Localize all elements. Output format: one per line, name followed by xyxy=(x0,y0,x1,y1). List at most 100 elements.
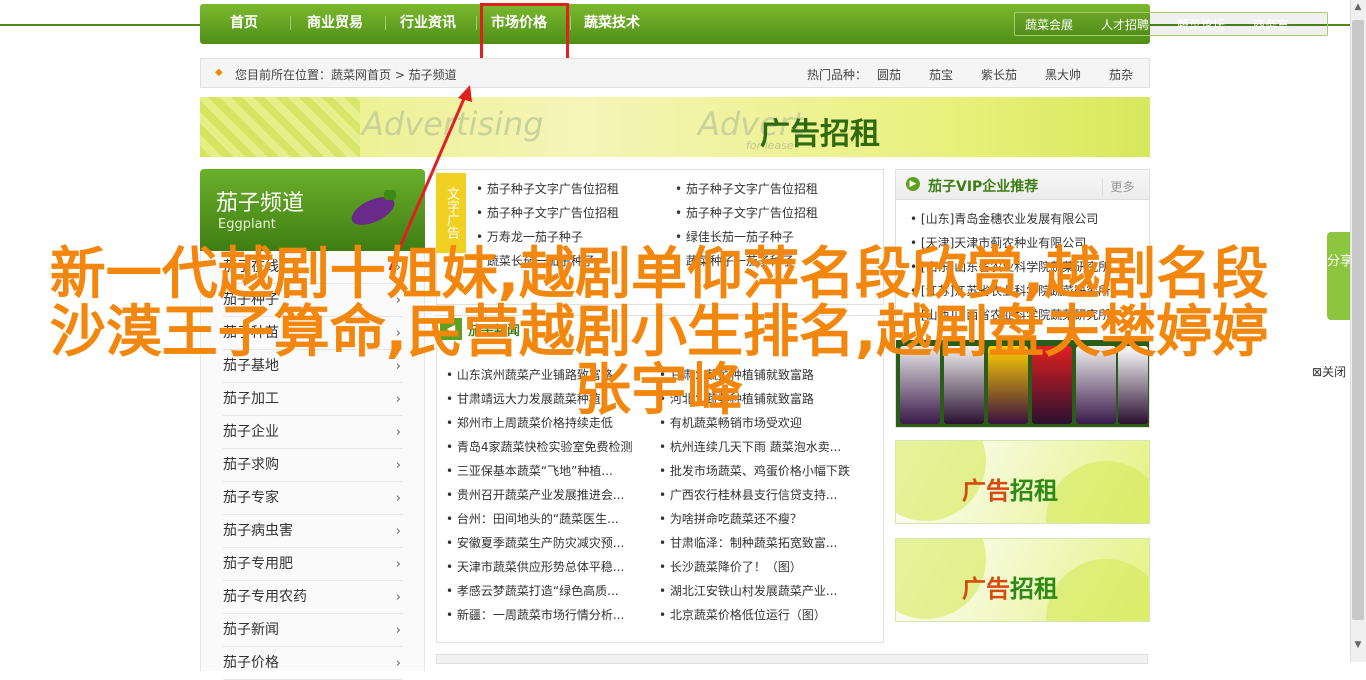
hot-item[interactable]: 黑大帅 xyxy=(1045,66,1081,83)
text-ad-link[interactable]: • 绿佳长茄一茄子种子 xyxy=(675,228,794,245)
news-link[interactable]: • 甘肃临泽：制种蔬菜拓宽致富... xyxy=(659,534,837,551)
news-link[interactable]: • 新疆：一周蔬菜市场行情分析... xyxy=(446,606,624,623)
side-ad-text-part: 招租 xyxy=(1010,477,1058,505)
seed-products-image[interactable] xyxy=(896,340,1149,427)
nav-tech[interactable]: 蔬菜技术 xyxy=(584,12,640,34)
text-ad-link[interactable]: • 蔬菜长茄一茄子种子 xyxy=(476,252,595,269)
news-link[interactable]: • 安徽夏季蔬菜生产防灾减灾预... xyxy=(446,534,624,551)
nav-link-forum[interactable]: 蔬菜论坛 xyxy=(1177,16,1225,33)
news-link[interactable]: • 孝感云梦蔬菜打造“绿色高质... xyxy=(446,582,619,599)
news-link[interactable]: • 批发市场蔬菜、鸡蛋价格小幅下跌 xyxy=(659,462,850,479)
sidebar-item[interactable]: 茄子加工 › xyxy=(223,383,403,416)
news-link-label: 孝感云梦蔬菜打造“绿色高质... xyxy=(456,584,619,598)
news-link[interactable]: • 甘肃：蔬菜种植铺就致富路 xyxy=(659,366,814,383)
news-link[interactable]: • 北京蔬菜价格低位运行（图） xyxy=(659,606,826,623)
vip-company-link[interactable]: • [江苏]江苏省农业科学院蔬菜研究所 xyxy=(910,282,1110,299)
bottom-tab-bar xyxy=(436,654,1148,664)
news-link[interactable]: • 甘肃靖远大力发展蔬菜种植 xyxy=(446,390,601,407)
news-link-label: 青岛4家蔬菜快检实验室免费检测 xyxy=(456,440,633,454)
nav-link-office[interactable]: 商务室 xyxy=(1253,16,1289,33)
sidebar-item[interactable]: 茄子专用肥 › xyxy=(223,548,403,581)
hot-item[interactable]: 茄杂 xyxy=(1109,66,1133,83)
sidebar-item-label: 茄子专用肥 xyxy=(223,556,293,572)
chevron-right-icon: › xyxy=(395,392,401,407)
text-ad-link[interactable]: • 蔬菜种子一茄子种子 xyxy=(675,252,794,269)
chevron-right-icon: › xyxy=(395,326,401,341)
sidebar-item[interactable]: 茄子在线 › xyxy=(223,251,403,284)
side-ad-card[interactable]: 广告招租 xyxy=(895,440,1150,524)
news-link[interactable]: • 长沙蔬菜降价了！（图） xyxy=(659,558,802,575)
news-link-label: 批发市场蔬菜、鸡蛋价格小幅下跌 xyxy=(669,464,850,478)
sidebar-item[interactable]: 茄子病虫害 › xyxy=(223,515,403,548)
breadcrumb: ◆ 您目前所在位置：蔬菜网首页 > 茄子频道 热门品种： 圆茄 茄宝 紫长茄 黑… xyxy=(200,58,1150,88)
chevron-right-icon: › xyxy=(395,656,401,671)
news-link-label: 天津市蔬菜供应形势总体平稳... xyxy=(456,560,625,574)
sidebar-item[interactable]: 茄子企业 › xyxy=(223,416,403,449)
chevron-right-icon: › xyxy=(395,260,401,275)
sidebar-item-label: 茄子新闻 xyxy=(223,622,279,638)
hot-item[interactable]: 紫长茄 xyxy=(981,66,1017,83)
news-link-label: 甘肃靖远大力发展蔬菜种植 xyxy=(456,392,601,406)
text-ad-link[interactable]: • 茄子种子文字广告位招租 xyxy=(476,204,619,221)
ad-decoration xyxy=(1046,461,1149,523)
sidebar-item[interactable]: 茄子专家 › xyxy=(223,482,403,515)
text-ad-link[interactable]: • 茄子种子文字广告位招租 xyxy=(476,180,619,197)
vip-company-link[interactable]: • [山东]山东省农业科学院蔬菜研究所 xyxy=(910,258,1110,275)
news-link-label: 湖北江安铁山村发展蔬菜产业... xyxy=(669,584,838,598)
sidebar-item-label: 茄子加工 xyxy=(223,391,279,407)
sidebar-item-label: 茄子专家 xyxy=(223,490,279,506)
scroll-up-icon[interactable]: ▲ xyxy=(1352,2,1364,16)
nav-link-jobs[interactable]: 人才招聘 xyxy=(1101,16,1149,33)
text-ad-link[interactable]: • 万寿龙一茄子种子 xyxy=(476,228,583,245)
sidebar-item[interactable]: 茄子基地 › xyxy=(223,350,403,383)
news-link[interactable]: • 青岛4家蔬菜快检实验室免费检测 xyxy=(446,438,633,455)
news-link[interactable]: • 三亚保基本蔬菜“飞地”种植... xyxy=(446,462,613,479)
nav-trade[interactable]: 商业贸易 xyxy=(307,12,363,34)
scroll-down-icon[interactable]: ▼ xyxy=(1352,640,1364,654)
hot-item[interactable]: 圆茄 xyxy=(877,66,901,83)
news-link[interactable]: • 贵州召开蔬菜产业发展推进会... xyxy=(446,486,624,503)
news-link[interactable]: • 湖北江安铁山村发展蔬菜产业... xyxy=(659,582,837,599)
channel-title: 茄子频道 xyxy=(216,191,305,216)
breadcrumb-text[interactable]: 您目前所在位置：蔬菜网首页 > 茄子频道 xyxy=(235,66,457,83)
news-link-label: 山东滨州蔬菜产业铺路致富路 xyxy=(456,368,613,382)
scrollbar-thumb[interactable] xyxy=(1352,20,1364,620)
sidebar-item[interactable]: 茄子专用农药 › xyxy=(223,581,403,614)
side-ad-text-part: 广告 xyxy=(962,477,1010,505)
vip-company-link[interactable]: • [山西]山西省农业科学院蔬菜研究所 xyxy=(910,306,1110,323)
news-link-label: 台州：田间地头的“蔬菜医生... xyxy=(456,512,619,526)
nav-separator xyxy=(476,16,477,30)
vip-more-link[interactable]: 更多 xyxy=(1102,178,1142,196)
news-link[interactable]: • 杭州连续几天下雨 蔬菜泡水卖... xyxy=(659,438,841,455)
side-ad-text-part: 广告 xyxy=(962,575,1010,603)
sidebar-item[interactable]: 茄子求购 › xyxy=(223,449,403,482)
text-ad-link[interactable]: • 茄子种子文字广告位招租 xyxy=(675,204,818,221)
sidebar-item[interactable]: 茄子种苗 › xyxy=(223,317,403,350)
text-ad-link[interactable]: • 茄子种子文字广告位招租 xyxy=(675,180,818,197)
news-link[interactable]: • 广西农行桂林县支行信贷支持... xyxy=(659,486,837,503)
news-link[interactable]: • 天津市蔬菜供应形势总体平稳... xyxy=(446,558,624,575)
nav-news[interactable]: 行业资讯 xyxy=(400,12,456,34)
chevron-right-icon: › xyxy=(395,293,401,308)
vip-company-link[interactable]: • [山东]青岛金穗农业发展有限公司 xyxy=(910,210,1098,227)
close-share[interactable]: ⊠关闭 xyxy=(1312,363,1346,380)
seed-bag-image xyxy=(900,346,940,424)
news-link[interactable]: • 河北：蔬菜种植铺就致富路 xyxy=(659,390,814,407)
news-link[interactable]: • 山东滨州蔬菜产业铺路致富路 xyxy=(446,366,613,383)
news-link[interactable]: • 郑州市上周蔬菜价格持续走低 xyxy=(446,414,613,431)
news-link-label: 贵州召开蔬菜产业发展推进会... xyxy=(456,488,625,502)
vip-company-link[interactable]: • [天津]天津市蓟农种业有限公司 xyxy=(910,234,1086,251)
sidebar-item[interactable]: 茄子价格 › xyxy=(223,647,403,680)
news-link-label: 河北：蔬菜种植铺就致富路 xyxy=(669,392,814,406)
nav-home[interactable]: 首页 xyxy=(230,12,258,34)
hot-item[interactable]: 茄宝 xyxy=(929,66,953,83)
vip-company-label: [天津]天津市蓟农种业有限公司 xyxy=(920,236,1087,250)
nav-link-expo[interactable]: 蔬菜会展 xyxy=(1025,16,1073,33)
news-link[interactable]: • 为啥拼命吃蔬菜还不瘦？ xyxy=(659,510,802,527)
news-link[interactable]: • 台州：田间地头的“蔬菜医生... xyxy=(446,510,619,527)
sidebar-item[interactable]: 茄子种子 › xyxy=(223,284,403,317)
side-ad-card[interactable]: 广告招租 xyxy=(895,538,1150,622)
ad-banner[interactable]: Advertising Advert for lease 广告招租 xyxy=(200,97,1150,157)
sidebar-item[interactable]: 茄子新闻 › xyxy=(223,614,403,647)
news-link[interactable]: • 有机蔬菜畅销市场受欢迎 xyxy=(659,414,802,431)
